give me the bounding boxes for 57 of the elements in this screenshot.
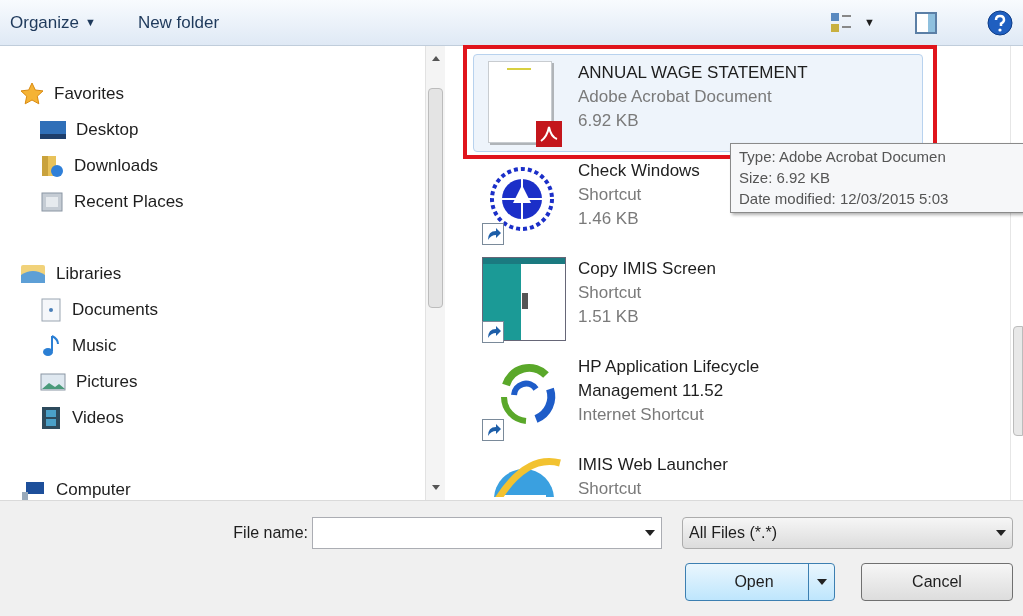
file-type: Internet Shortcut [578, 404, 704, 426]
recent-places-icon [40, 190, 64, 214]
file-type: Shortcut [578, 184, 642, 206]
nav-item[interactable]: Music [40, 328, 425, 364]
star-icon [20, 82, 44, 106]
file-name: IMIS Web Launcher [578, 454, 728, 476]
document-icon [40, 298, 62, 322]
file-type-dropdown[interactable]: All Files (*.*) [682, 517, 1013, 549]
screenshot-thumbnail-icon [482, 257, 566, 341]
nav-group-item[interactable]: Favorites [20, 76, 425, 112]
file-name-label: File name: [232, 523, 309, 543]
music-note-icon [40, 334, 62, 358]
file-name: Check Windows [578, 160, 700, 182]
preview-pane-icon [915, 11, 937, 34]
preview-pane-button[interactable] [915, 11, 937, 34]
nav-scrollbar[interactable] [425, 46, 445, 500]
tooltip-line: Date modified: 12/03/2015 5:03 [739, 189, 950, 209]
file-item[interactable]: Copy IMIS Screen Shortcut 1.51 KB [473, 250, 923, 348]
help-button[interactable] [987, 9, 1013, 36]
nav-item[interactable]: Documents [40, 292, 425, 328]
nav-item[interactable]: Pictures [40, 364, 425, 400]
file-item[interactable]: ANNUAL WAGE STATEMENT Adobe Acrobat Document 6.92 KB [473, 54, 923, 152]
dropdown-caret-icon [645, 530, 655, 536]
file-size: 1.51 KB [578, 306, 639, 328]
file-size: 1.46 KB [578, 208, 639, 230]
folder-download-icon [40, 154, 64, 178]
nav-item[interactable]: Recent Places [40, 184, 425, 220]
open-button[interactable]: Open [685, 563, 835, 601]
file-type: Adobe Acrobat Document [578, 86, 772, 108]
nav-item[interactable]: Desktop [40, 112, 425, 148]
file-name: HP Application Lifecycle Management 11.52 [578, 356, 761, 402]
view-options-button[interactable]: ▼ [830, 10, 875, 35]
tooltip-line: Size: 6.92 KB [739, 168, 831, 188]
libraries-icon [20, 263, 46, 285]
file-name: ANNUAL WAGE STATEMENT [578, 62, 808, 84]
split-caret-icon [816, 579, 827, 585]
nav-item[interactable]: Downloads [40, 148, 425, 184]
file-name: Copy IMIS Screen [578, 258, 716, 280]
file-type: Shortcut [578, 478, 642, 500]
film-icon [40, 406, 62, 430]
cancel-button[interactable]: Cancel [861, 563, 1013, 601]
view-list-icon [830, 10, 853, 35]
file-list-scrollbar[interactable] [1013, 326, 1023, 436]
file-type: Shortcut [578, 282, 642, 304]
pictures-icon [40, 372, 66, 392]
new-folder-button[interactable]: New folder [137, 9, 220, 36]
file-name-field[interactable] [312, 517, 662, 549]
nav-item[interactable]: Videos [40, 400, 425, 436]
dropdown-caret-icon [996, 530, 1006, 536]
nav-group-item[interactable]: Libraries [20, 256, 425, 292]
desktop-icon [40, 120, 66, 140]
file-item[interactable]: HP Application Lifecycle Management 11.52 Internet Shortcut [473, 348, 923, 446]
organize-button[interactable]: Organize ▼ [10, 9, 96, 36]
nav-group-item[interactable]: Computer [20, 472, 425, 500]
file-size: 6.92 KB [578, 110, 639, 132]
help-icon [987, 9, 1013, 36]
computer-icon [20, 480, 46, 500]
